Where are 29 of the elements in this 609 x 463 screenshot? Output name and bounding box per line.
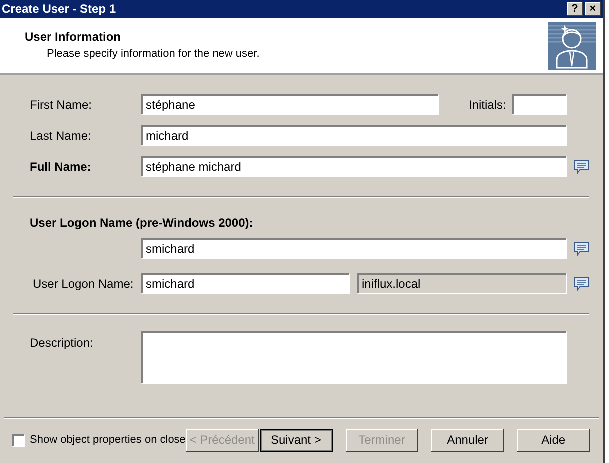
full-name-field[interactable]: stéphane michard: [141, 156, 567, 177]
help-button[interactable]: ?: [567, 2, 583, 16]
header-title: User Information: [25, 29, 122, 46]
description-field[interactable]: [141, 331, 567, 384]
user-icon: [548, 22, 596, 70]
first-name-label: First Name:: [30, 96, 94, 114]
domain-field[interactable]: iniflux.local: [357, 273, 567, 294]
initials-field[interactable]: [512, 94, 567, 115]
wizard-button[interactable]: Annuler: [431, 428, 504, 452]
close-button[interactable]: ×: [585, 2, 601, 16]
show-properties-checkbox[interactable]: [12, 434, 25, 446]
comment-icon[interactable]: [573, 158, 590, 174]
window-title: Create User - Step 1: [2, 3, 116, 15]
logon-name-label: User Logon Name:: [33, 276, 135, 292]
last-name-label: Last Name:: [30, 128, 92, 144]
comment-icon[interactable]: [573, 240, 590, 256]
show-properties-label: Show object properties on close: [30, 432, 186, 448]
logon-section-heading: User Logon Name (pre-Windows 2000):: [29, 215, 254, 232]
initials-label: Initials:: [469, 96, 508, 114]
first-name-field[interactable]: stéphane: [141, 94, 439, 115]
wizard-button[interactable]: Aide: [517, 428, 590, 452]
logon-pre2000-field[interactable]: smichard: [141, 238, 567, 259]
last-name-field[interactable]: michard: [141, 125, 567, 146]
header-subtitle: Please specify information for the new user.: [46, 47, 260, 62]
logon-name-field[interactable]: smichard: [141, 273, 350, 294]
full-name-label: Full Name:: [30, 158, 92, 176]
wizard-button[interactable]: Suivant >: [260, 428, 333, 452]
comment-icon[interactable]: [573, 276, 590, 292]
description-label: Description:: [30, 335, 94, 352]
